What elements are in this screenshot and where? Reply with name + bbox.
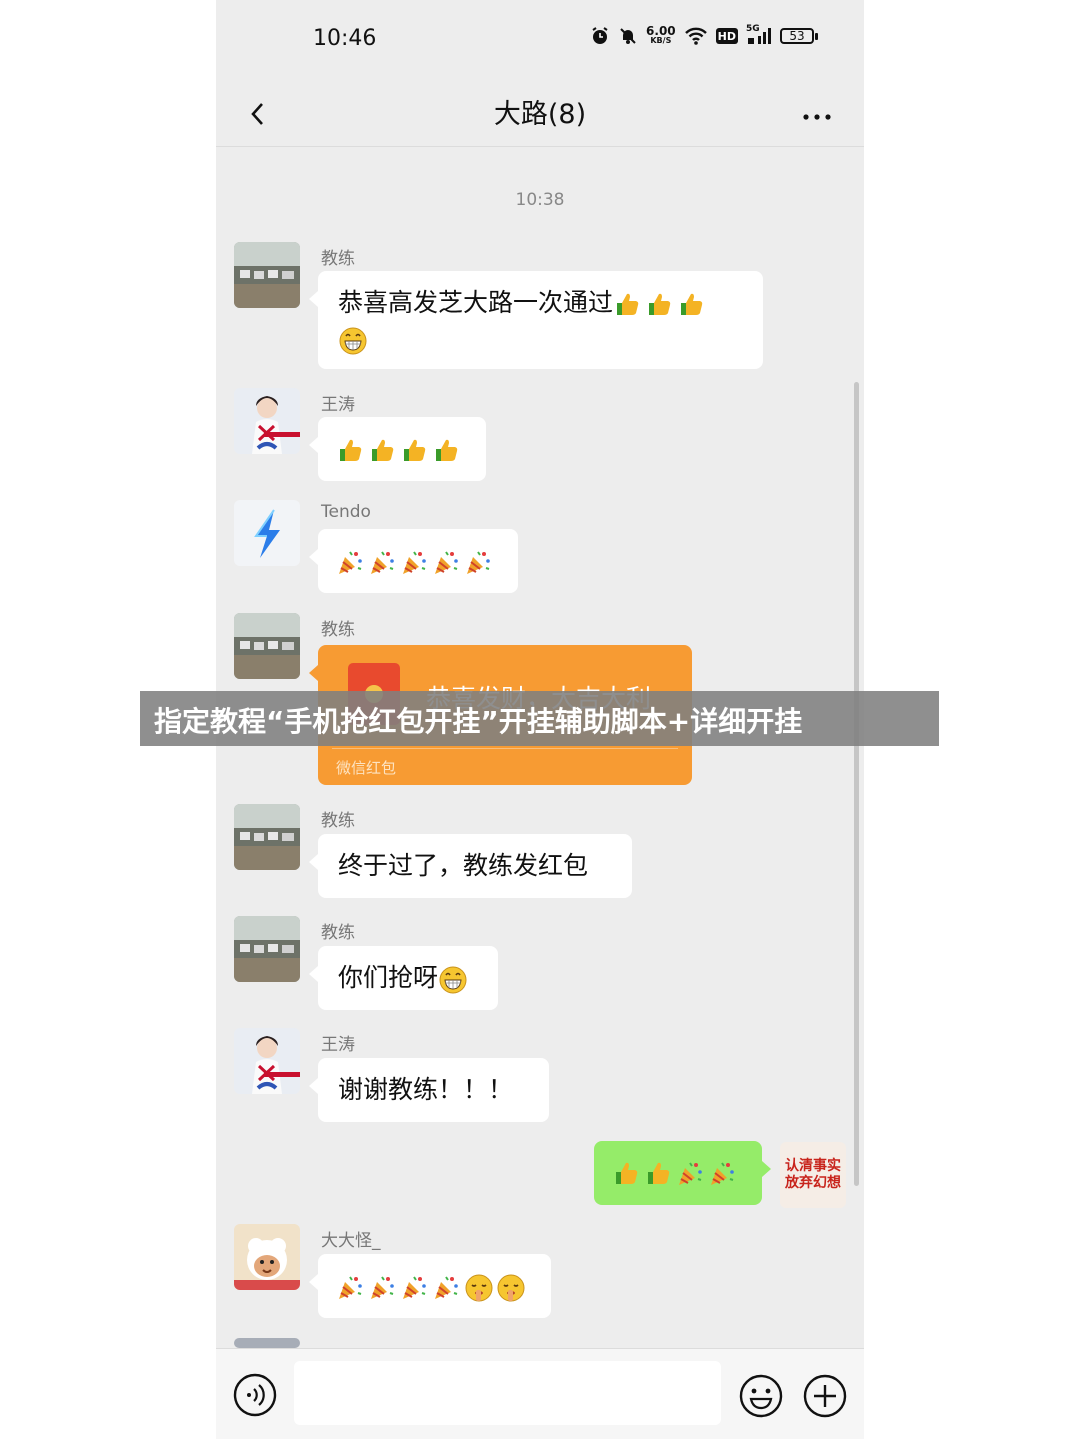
message-bubble[interactable]: 谢谢教练！！！ <box>309 1058 549 1122</box>
battery-level: 53 <box>789 29 805 43</box>
party-popper-icon <box>336 548 364 576</box>
chat-timestamp: 10:38 <box>515 190 565 210</box>
party-popper-icon <box>708 1159 736 1187</box>
signal-icon: 5G <box>746 24 772 46</box>
voice-icon <box>233 1373 277 1417</box>
avatar[interactable] <box>234 804 300 870</box>
avatar[interactable] <box>234 1028 300 1094</box>
thumbs-up-icon <box>612 1159 640 1187</box>
net-speed-unit: KB/S <box>650 36 672 45</box>
alarm-icon <box>590 26 610 46</box>
thumbs-up-icon <box>677 290 705 318</box>
emoji-button[interactable] <box>738 1373 784 1419</box>
status-icons: 6.00 KB/S HD 5G 53 <box>590 24 818 46</box>
thumbs-up-icon <box>368 436 396 464</box>
party-popper-icon <box>464 548 492 576</box>
battery-indicator: 53 <box>780 28 818 44</box>
smiley-icon <box>739 1374 783 1418</box>
party-popper-icon <box>676 1159 704 1187</box>
party-popper-icon <box>432 1273 460 1301</box>
wifi-icon <box>684 26 708 46</box>
party-popper-icon <box>336 1273 364 1301</box>
message-bubble[interactable] <box>309 1254 551 1318</box>
message-bubble[interactable]: 终于过了，教练发红包 <box>309 834 632 898</box>
thumbs-up-icon <box>336 436 364 464</box>
avatar[interactable] <box>234 1338 300 1348</box>
status-bar: 10:46 6.00 KB/S HD 5G 53 <box>216 0 864 80</box>
grin-face-icon <box>338 326 367 355</box>
more-functions-button[interactable] <box>802 1373 848 1419</box>
chat-header: 大路(8) <box>216 80 864 147</box>
voice-button[interactable] <box>233 1373 277 1417</box>
sender-name: 教练 <box>321 923 355 943</box>
message-bubble[interactable]: 恭喜高发芝大路一次通过 <box>309 271 763 369</box>
sender-name: Tendo <box>321 502 371 522</box>
more-button[interactable] <box>792 90 842 134</box>
hd-label: HD <box>717 29 736 43</box>
net-speed-value: 6.00 <box>646 24 676 38</box>
my-avatar[interactable]: 认清事实 放弃幻想 <box>780 1142 846 1208</box>
my-message-bubble[interactable] <box>594 1141 771 1205</box>
sender-name: 教练 <box>321 620 355 640</box>
thumbs-up-icon <box>644 1159 672 1187</box>
avatar-text-line: 放弃幻想 <box>785 1175 841 1191</box>
red-packet-label: 微信红包 <box>336 759 397 777</box>
sender-name: 教练 <box>321 811 355 831</box>
sender-name: 大大怪_ <box>321 1231 381 1251</box>
more-dots-icon <box>803 114 831 120</box>
thumbs-up-icon <box>613 290 641 318</box>
avatar[interactable] <box>234 242 300 308</box>
avatar-text-line: 认清事实 <box>785 1158 841 1174</box>
thumbs-up-icon <box>400 436 428 464</box>
party-popper-icon <box>368 1273 396 1301</box>
message-text: 恭喜高发芝大路一次通过 <box>338 288 614 317</box>
avatar[interactable] <box>234 916 300 982</box>
chat-title: 大路(8) <box>493 99 587 130</box>
message-text: 你们抢呀 <box>338 963 439 992</box>
party-popper-icon <box>432 548 460 576</box>
status-time: 10:46 <box>313 26 377 51</box>
chat-input-bar <box>216 1348 864 1439</box>
shush-face-icon <box>464 1273 493 1302</box>
message-bubble[interactable] <box>309 529 518 593</box>
grin-face-icon <box>438 965 467 994</box>
signal-label: 5G <box>746 24 760 34</box>
thumbs-up-icon <box>645 290 673 318</box>
party-popper-icon <box>400 1273 428 1301</box>
avatar[interactable] <box>234 388 300 454</box>
overlay-banner-text: 指定教程“手机抢红包开挂”开挂辅助脚本+详细开挂 <box>154 705 803 738</box>
overlay-banner: 指定教程“手机抢红包开挂”开挂辅助脚本+详细开挂 <box>140 691 939 746</box>
sender-name: 教练 <box>321 249 355 269</box>
party-popper-icon <box>368 548 396 576</box>
red-packet-divider <box>332 748 678 749</box>
message-text: 终于过了，教练发红包 <box>338 851 589 880</box>
message-text: 谢谢教练！！！ <box>338 1075 514 1104</box>
avatar[interactable] <box>234 613 300 679</box>
shush-face-icon <box>496 1273 525 1302</box>
plus-icon <box>803 1374 847 1418</box>
sender-name: 王涛 <box>321 1035 355 1055</box>
message-bubble[interactable]: 你们抢呀 <box>309 946 498 1010</box>
party-popper-icon <box>400 548 428 576</box>
sender-name: 王涛 <box>321 395 355 415</box>
avatar[interactable] <box>234 1224 300 1290</box>
message-input[interactable] <box>294 1361 721 1425</box>
net-speed: 6.00 KB/S <box>646 24 676 46</box>
mute-bell-icon <box>618 26 638 46</box>
hd-icon: HD <box>715 28 738 44</box>
chat-scrollbar[interactable] <box>854 382 859 1186</box>
thumbs-up-icon <box>432 436 460 464</box>
message-bubble[interactable] <box>309 417 486 481</box>
avatar[interactable] <box>234 500 300 566</box>
